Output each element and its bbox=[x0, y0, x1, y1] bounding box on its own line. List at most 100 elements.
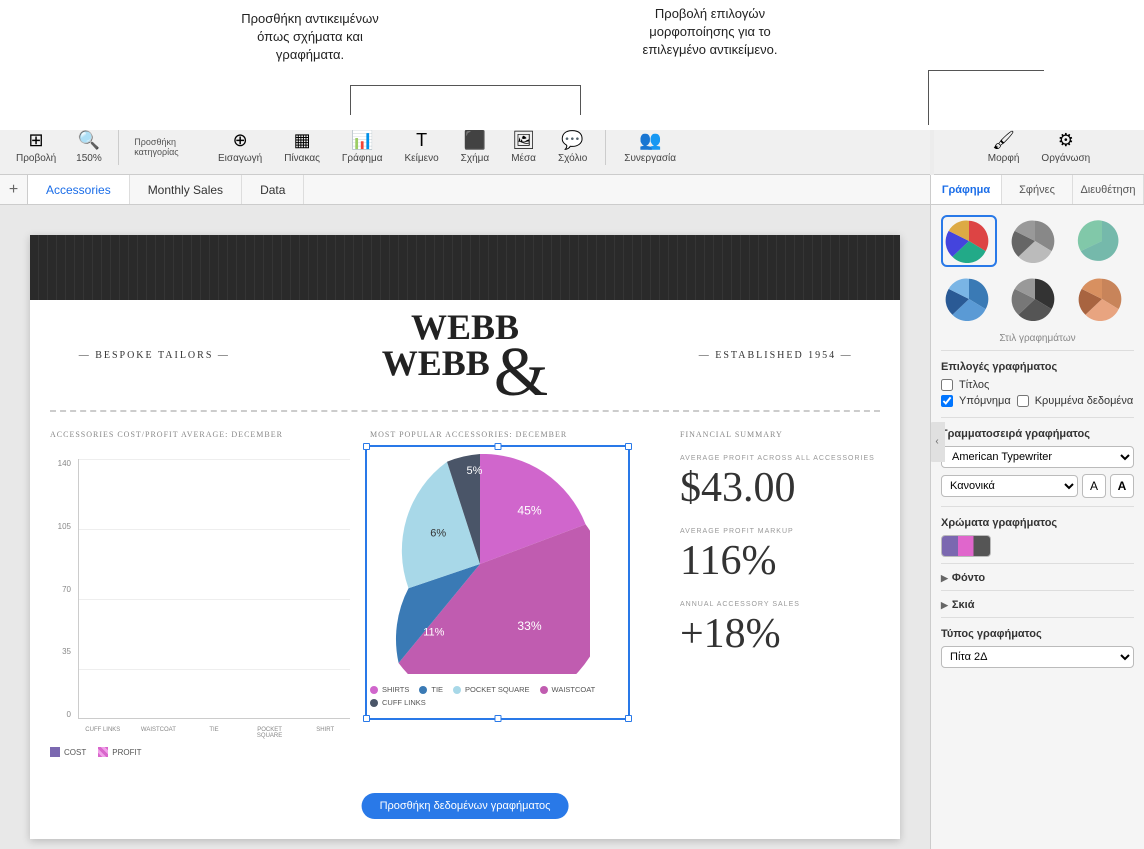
divider-4 bbox=[941, 563, 1134, 564]
sel-handle-bl[interactable] bbox=[363, 715, 370, 722]
skia-disclosure[interactable]: ▶ Σκιά bbox=[941, 599, 1134, 611]
sel-handle-tl[interactable] bbox=[363, 443, 370, 450]
shape-icon: ⬛ bbox=[464, 130, 486, 151]
legend-cost: COST bbox=[50, 747, 86, 757]
legend-cost-swatch bbox=[50, 747, 60, 757]
media-label: Μέσα bbox=[511, 153, 536, 164]
comment-button[interactable]: 💬 Σχόλιο bbox=[550, 126, 595, 168]
title-checkbox[interactable] bbox=[941, 379, 953, 391]
legend-profit-label: PROFIT bbox=[112, 748, 141, 757]
rpanel-tab-chart[interactable]: Γράφημα bbox=[931, 175, 1002, 204]
add-chart-data-button[interactable]: Προσθήκη δεδομένων γραφήματος bbox=[362, 793, 569, 819]
rpanel-tab-wedges[interactable]: Σφήνες bbox=[1002, 175, 1073, 204]
chart-type-select[interactable]: Πίτα 2Δ bbox=[941, 646, 1134, 668]
colors-header: Χρώματα γραφήματος bbox=[941, 517, 1134, 529]
pie-dot-pocketsquare bbox=[453, 686, 461, 694]
xlabel-pocketsquare: POCKET SQUARE bbox=[245, 727, 295, 739]
title-checkbox-row: Τίτλος bbox=[941, 379, 1134, 391]
divider-3 bbox=[941, 506, 1134, 507]
bespoke-tailors-text: — BESPOKE TAILORS — bbox=[79, 350, 230, 361]
zigzag-pattern bbox=[30, 235, 900, 300]
pie-chart-svg: 45% 33% 11% 6% 5% bbox=[370, 454, 590, 674]
pie-label-11: 11% bbox=[423, 627, 444, 639]
organize-button[interactable]: ⚙ Οργάνωση bbox=[1033, 126, 1098, 168]
add-category-button[interactable]: Προσθήκη κατηγορίας bbox=[126, 133, 192, 161]
add-tab-button[interactable]: + bbox=[0, 175, 28, 204]
format-button[interactable]: 🖌 Μορφή bbox=[980, 126, 1028, 168]
bar-chart-area[interactable]: ACCESSORIES COST/PROFIT AVERAGE: DECEMBE… bbox=[50, 430, 350, 779]
right-panel-inner: ‹ bbox=[941, 215, 1134, 668]
pie-label-5: 5% bbox=[467, 465, 483, 477]
type-header: Τύπος γραφήματος bbox=[941, 628, 1134, 640]
tab-data[interactable]: Data bbox=[242, 175, 304, 204]
legend-checkbox[interactable] bbox=[941, 395, 953, 407]
add-category-label: Προσθήκη κατηγορίας bbox=[134, 137, 184, 157]
right-panel: ‹ bbox=[930, 205, 1144, 849]
zoom-icon: 🔍 bbox=[78, 130, 100, 151]
pie-label-45: 45% bbox=[517, 504, 541, 518]
legend-cost-label: COST bbox=[64, 748, 86, 757]
collapse-panel-button[interactable]: ‹ bbox=[930, 422, 945, 462]
pie-legend-pocketsquare: POCKET SQUARE bbox=[453, 685, 529, 694]
table-button[interactable]: ▦ Πίνακας bbox=[276, 126, 328, 168]
font-regular-button[interactable]: A bbox=[1082, 474, 1106, 498]
font-style-select[interactable]: Κανονικά bbox=[941, 475, 1078, 497]
rpanel-tab-arrange[interactable]: Διευθέτηση bbox=[1073, 175, 1144, 204]
chart-button[interactable]: 📊 Γράφημα bbox=[334, 126, 391, 168]
fonto-label: Φόντο bbox=[952, 572, 985, 584]
shape-button[interactable]: ⬛ Σχήμα bbox=[453, 126, 498, 168]
font-bold-button[interactable]: A bbox=[1110, 474, 1134, 498]
bracket-line-left bbox=[350, 85, 351, 115]
text-button[interactable]: T Κείμενο bbox=[397, 126, 447, 168]
fonto-disclosure[interactable]: ▶ Φόντο bbox=[941, 572, 1134, 584]
zoom-button[interactable]: 🔍 150% bbox=[68, 126, 110, 168]
dashed-divider bbox=[50, 410, 880, 412]
fonto-arrow: ▶ bbox=[941, 573, 948, 584]
color-swatch-row bbox=[941, 535, 1134, 557]
ylabel-105: 105 bbox=[58, 522, 71, 531]
collab-button[interactable]: 👥 Συνεργασία bbox=[616, 126, 684, 168]
view-button[interactable]: ⊞ Προβολή bbox=[8, 126, 64, 168]
shape-label: Σχήμα bbox=[461, 153, 490, 164]
pie-chart-title: MOST POPULAR ACCESSORIES: DECEMBER bbox=[370, 430, 660, 439]
table-label: Πίνακας bbox=[284, 153, 320, 164]
tab-monthly-sales[interactable]: Monthly Sales bbox=[130, 175, 242, 204]
font-family-select[interactable]: American Typewriter bbox=[941, 446, 1134, 468]
divider-2 bbox=[941, 417, 1134, 418]
chart-thumb-6[interactable] bbox=[1074, 273, 1130, 325]
chart-thumb-2[interactable] bbox=[1007, 215, 1063, 267]
tab-accessories[interactable]: Accessories bbox=[28, 175, 130, 204]
divider-1 bbox=[941, 350, 1134, 351]
fin-value-2: 116% bbox=[680, 537, 880, 585]
font-controls: Κανονικά A A bbox=[941, 474, 1134, 498]
pie-label-6: 6% bbox=[430, 528, 446, 540]
chart-thumb-3[interactable] bbox=[1074, 215, 1130, 267]
brand-center: WEBB WEBB & bbox=[279, 309, 652, 401]
pie-legend-tie-label: TIE bbox=[431, 685, 443, 694]
chart-style-thumbnails bbox=[941, 215, 1134, 325]
media-button[interactable]: 🖼 Μέσα bbox=[503, 126, 544, 168]
callout-left-text: Προσθήκη αντικειμένωνόπως σχήματα καιγρα… bbox=[210, 10, 410, 65]
pie-label-33: 33% bbox=[517, 619, 541, 633]
xlabel-tie: TIE bbox=[189, 727, 239, 739]
zoom-label: 150% bbox=[76, 153, 102, 164]
hidden-data-checkbox[interactable] bbox=[1017, 395, 1029, 407]
chart-thumb-4[interactable] bbox=[941, 273, 997, 325]
insert-button[interactable]: ⊕ Εισαγωγή bbox=[210, 126, 270, 168]
chart-thumb-1[interactable] bbox=[941, 215, 997, 267]
tab-bar: + Accessories Monthly Sales Data bbox=[0, 175, 930, 205]
skia-label: Σκιά bbox=[952, 599, 975, 611]
table-icon: ▦ bbox=[294, 130, 311, 151]
fin-label-2: AVERAGE PROFIT MARKUP bbox=[680, 528, 880, 535]
logo-text-webb1: WEBB bbox=[279, 309, 652, 345]
toolbar-divider-1 bbox=[118, 129, 119, 165]
chart-icon: 📊 bbox=[351, 130, 373, 151]
collab-label: Συνεργασία bbox=[624, 153, 676, 164]
pie-dot-cufflinks bbox=[370, 699, 378, 707]
color-swatch[interactable] bbox=[941, 535, 991, 557]
format-icon: 🖌 bbox=[992, 130, 1015, 151]
chart-thumb-5[interactable] bbox=[1007, 273, 1063, 325]
fin-value-3: +18% bbox=[680, 610, 880, 658]
pie-chart-area[interactable]: MOST POPULAR ACCESSORIES: DECEMBER 45% bbox=[370, 430, 660, 779]
pie-dot-waistcoat bbox=[540, 686, 548, 694]
